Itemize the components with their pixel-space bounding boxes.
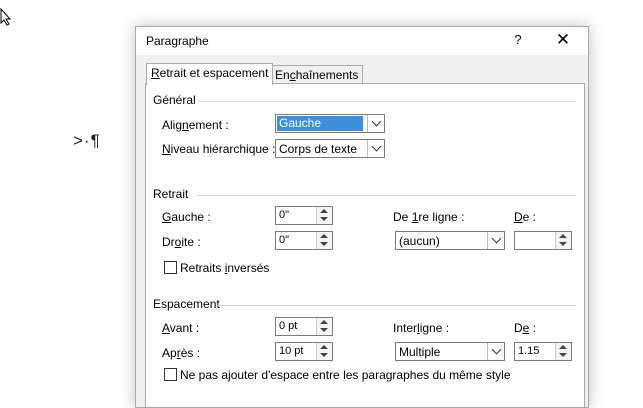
section-retrait-title: Retrait [153, 187, 189, 201]
space-before-label: Avant : [162, 321, 200, 335]
line-spacing-de-spinner[interactable]: 1.15 [514, 342, 572, 361]
space-before-spinner[interactable]: 0 pt [275, 317, 333, 336]
dialog-titlebar: Paragraphe ? ✕ [136, 27, 588, 55]
mirror-indents-checkbox[interactable] [164, 261, 177, 274]
section-espacement-title: Espacement [153, 297, 220, 311]
paragraph-dialog: Paragraphe ? ✕ Retrait et espacement Enc… [135, 26, 589, 408]
spin-up-icon[interactable] [320, 320, 328, 324]
spin-down-icon[interactable] [559, 353, 567, 357]
chevron-down-icon[interactable] [487, 232, 504, 249]
tab-enchainements[interactable]: Enchaînements [270, 65, 364, 85]
spin-down-icon[interactable] [320, 217, 328, 221]
chevron-down-icon[interactable] [367, 115, 384, 132]
level-label: Niveau hiérarchique : [162, 142, 276, 156]
level-select[interactable]: Corps de texte [275, 139, 385, 158]
section-separator [196, 195, 576, 196]
space-after-spinner[interactable]: 10 pt [275, 342, 333, 361]
mirror-indents-label[interactable]: Retraits inversés [180, 261, 269, 275]
dialog-title: Paragraphe [146, 34, 209, 48]
spin-up-icon[interactable] [320, 345, 328, 349]
indent-left-spinner[interactable]: 0" [275, 206, 333, 225]
spin-up-icon[interactable] [320, 234, 328, 238]
indent-left-label: Gauche : [162, 210, 211, 224]
section-separator [216, 305, 576, 306]
spin-down-icon[interactable] [320, 353, 328, 357]
no-space-same-style-checkbox[interactable] [164, 368, 177, 381]
chevron-down-icon[interactable] [487, 343, 504, 360]
indent-de-spinner[interactable] [514, 231, 572, 250]
space-after-label: Après : [162, 346, 201, 360]
indent-right-spinner[interactable]: 0" [275, 231, 333, 250]
spin-down-icon[interactable] [559, 242, 567, 246]
first-line-select[interactable]: (aucun) [395, 231, 505, 250]
line-spacing-select[interactable]: Multiple [395, 342, 505, 361]
indent-de-label: De : [514, 210, 537, 224]
help-button[interactable]: ? [508, 30, 528, 50]
section-separator [198, 101, 576, 102]
mouse-cursor-icon [0, 8, 12, 26]
spin-up-icon[interactable] [559, 345, 567, 349]
spin-up-icon[interactable] [559, 234, 567, 238]
line-spacing-label: Interligne : [393, 321, 450, 335]
section-general-title: Général [153, 93, 196, 107]
spin-up-icon[interactable] [320, 209, 328, 213]
close-button[interactable]: ✕ [553, 30, 573, 50]
alignment-select[interactable]: Gauche [275, 114, 385, 133]
first-line-label: De 1re ligne : [393, 210, 465, 224]
no-space-same-style-label[interactable]: Ne pas ajouter d'espace entre les paragr… [180, 368, 511, 382]
alignment-label: Alignement : [162, 118, 229, 132]
spin-down-icon[interactable] [320, 328, 328, 332]
tab-retrait-espacement[interactable]: Retrait et espacement [146, 63, 274, 85]
chevron-down-icon[interactable] [367, 140, 384, 157]
document-text: >·¶ [73, 131, 101, 150]
indent-right-label: Droite : [162, 235, 201, 249]
tab-panel: Général Alignement : Gauche Niveau hiéra… [145, 83, 585, 407]
spin-down-icon[interactable] [320, 242, 328, 246]
line-spacing-de-label: De : [514, 321, 537, 335]
